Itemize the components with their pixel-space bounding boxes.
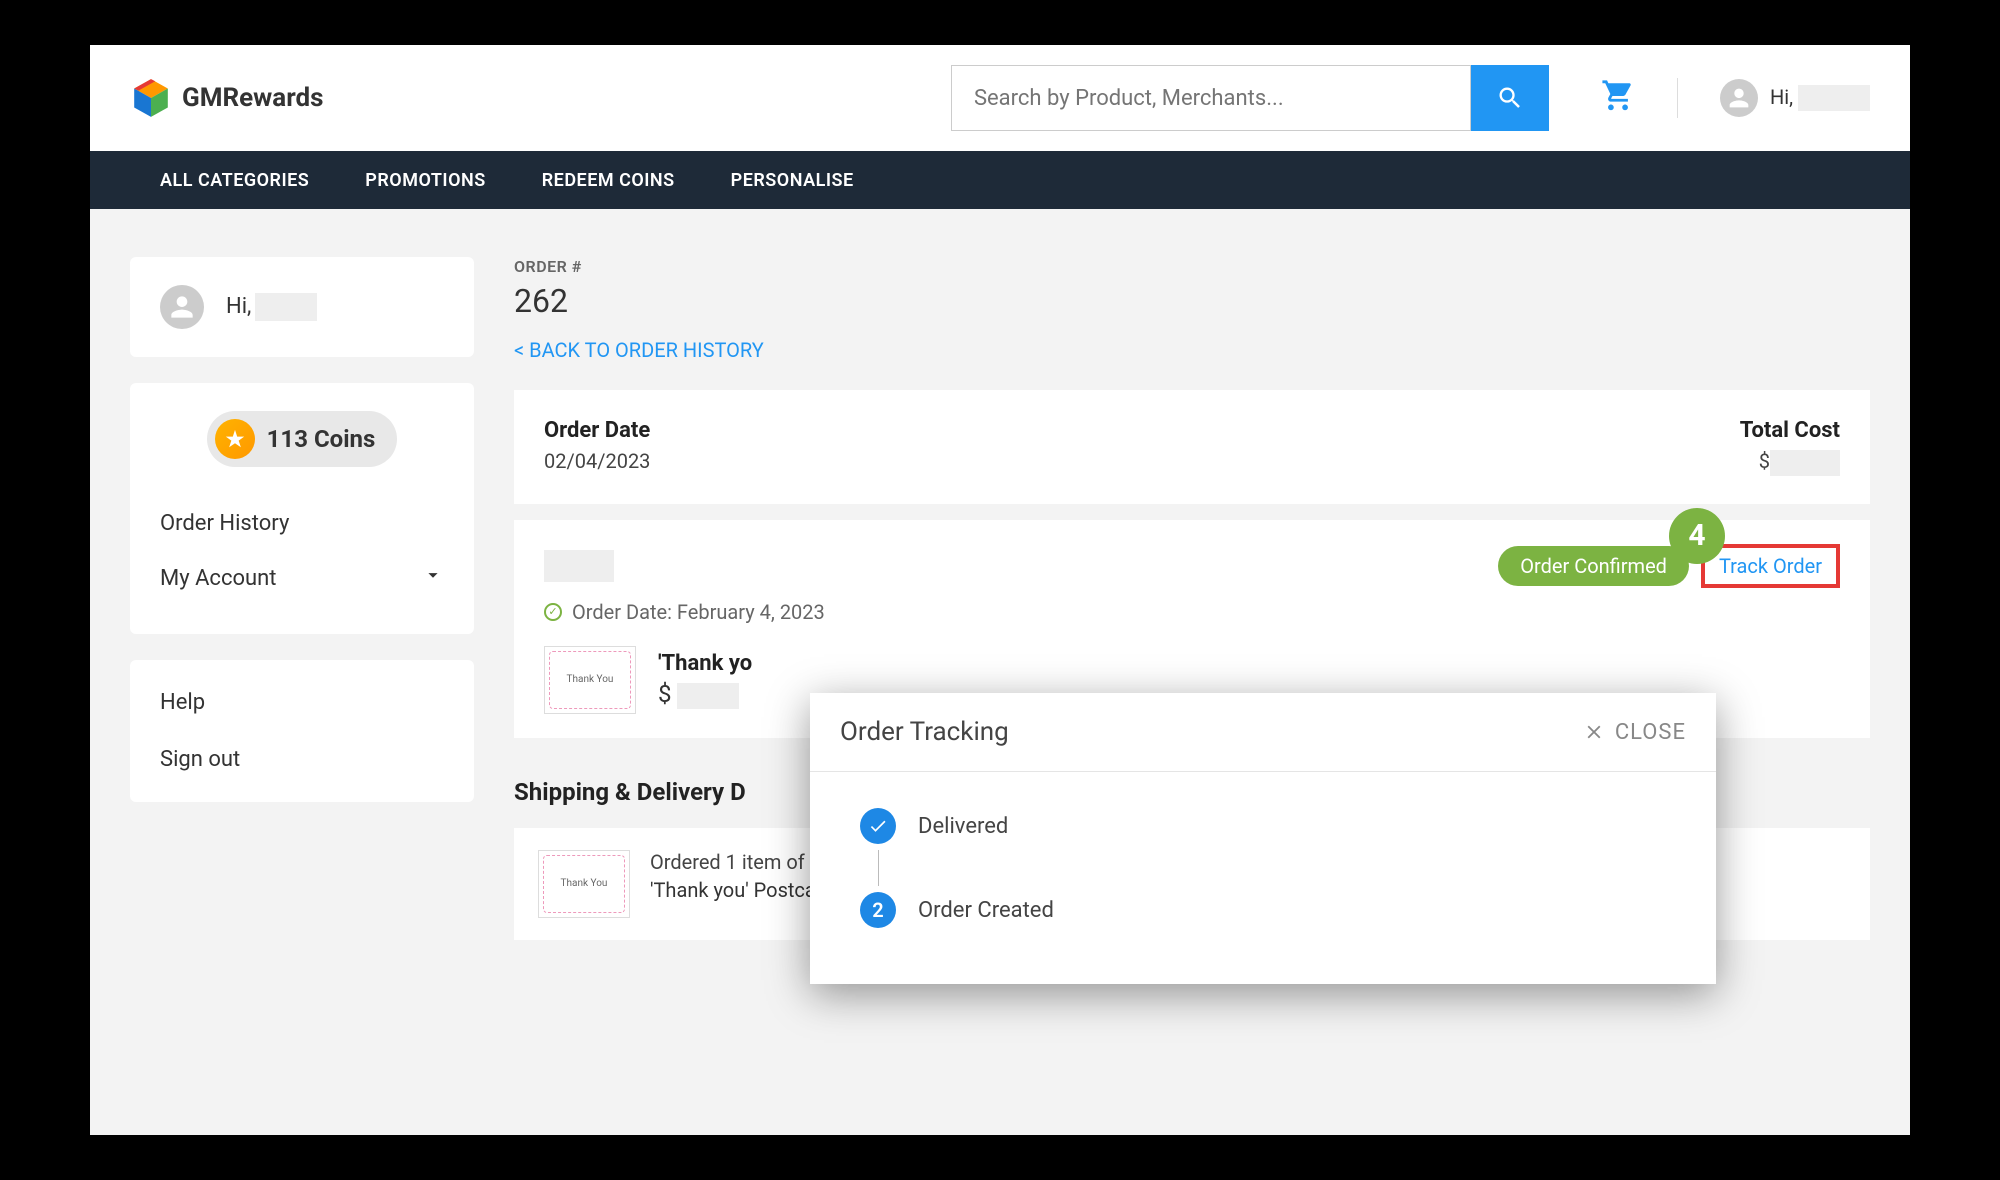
cart-icon	[1601, 79, 1635, 113]
redacted-price	[677, 683, 739, 709]
order-date-label: Order Date	[544, 418, 650, 443]
tracking-step-delivered: Delivered	[860, 808, 1666, 844]
avatar-icon	[160, 285, 204, 329]
sidebar-help[interactable]: Help	[130, 660, 474, 729]
logo-icon	[130, 77, 172, 119]
redacted-username	[255, 293, 317, 321]
redacted-field	[544, 550, 614, 582]
order-date-row: ✓ Order Date: February 4, 2023	[544, 600, 1840, 624]
coin-icon	[215, 419, 255, 459]
sidebar-menu-card: 113 Coins Order History My Account	[130, 383, 474, 634]
sidebar: Hi, 113 Coins Order History My Account	[130, 257, 474, 940]
total-cost-value: $	[1740, 449, 1840, 476]
sidebar-hi-text: Hi,	[226, 293, 317, 321]
coins-text: 113 Coins	[267, 425, 376, 453]
search-input[interactable]	[951, 65, 1471, 131]
tracking-step-label: Delivered	[918, 814, 1008, 839]
logo[interactable]: GMRewards	[130, 77, 323, 119]
search-button[interactable]	[1471, 65, 1549, 131]
thumb-text: Thank You	[561, 878, 608, 889]
cart-button[interactable]	[1601, 79, 1635, 117]
order-number: 262	[514, 282, 1870, 320]
nav-redeem-coins[interactable]: REDEEM COINS	[542, 170, 675, 191]
sidebar-item-my-account[interactable]: My Account	[160, 550, 444, 606]
order-date-full: Order Date: February 4, 2023	[572, 600, 825, 624]
nav-promotions[interactable]: PROMOTIONS	[365, 170, 485, 191]
sidebar-user-card: Hi,	[130, 257, 474, 357]
sidebar-links-card: Help Sign out	[130, 660, 474, 802]
order-tracking-modal: Order Tracking CLOSE Delivered 2 Order C…	[810, 693, 1716, 984]
search-icon	[1496, 84, 1524, 112]
order-date-value: 02/04/2023	[544, 449, 650, 473]
modal-title: Order Tracking	[840, 717, 1009, 747]
navbar: ALL CATEGORIES PROMOTIONS REDEEM COINS P…	[90, 151, 1910, 209]
track-order-button[interactable]: Track Order 4	[1701, 544, 1840, 588]
redacted-cost	[1770, 450, 1840, 476]
tracking-connector	[878, 850, 879, 886]
back-to-order-history[interactable]: < BACK TO ORDER HISTORY	[514, 338, 764, 362]
step-number-icon: 2	[860, 892, 896, 928]
check-circle-icon: ✓	[544, 603, 562, 621]
search-bar	[951, 65, 1549, 131]
product-name: 'Thank yo	[658, 651, 752, 676]
product-thumbnail[interactable]: Thank You	[544, 646, 636, 714]
thumb-text: Thank You	[567, 674, 614, 685]
logo-text: GMRewards	[182, 83, 323, 113]
check-icon	[860, 808, 896, 844]
chevron-down-icon	[422, 564, 444, 592]
modal-close-button[interactable]: CLOSE	[1583, 720, 1686, 745]
product-thumbnail: Thank You	[538, 850, 630, 918]
sidebar-item-label: My Account	[160, 566, 276, 591]
sidebar-item-order-history[interactable]: Order History	[160, 497, 444, 550]
tracking-step-created: 2 Order Created	[860, 892, 1666, 928]
divider	[1677, 78, 1678, 118]
user-menu[interactable]: Hi,	[1720, 79, 1870, 117]
sidebar-sign-out[interactable]: Sign out	[130, 729, 474, 802]
order-info-card: Order Date 02/04/2023 Total Cost $	[514, 390, 1870, 504]
order-number-label: ORDER #	[514, 257, 1870, 276]
nav-personalise[interactable]: PERSONALISE	[731, 170, 854, 191]
hi-text: Hi,	[1770, 85, 1870, 112]
order-status-badge: Order Confirmed	[1498, 546, 1689, 586]
redacted-username	[1798, 85, 1870, 111]
close-label: CLOSE	[1615, 720, 1686, 745]
avatar-icon	[1720, 79, 1758, 117]
step-marker: 4	[1669, 508, 1725, 564]
nav-all-categories[interactable]: ALL CATEGORIES	[160, 170, 309, 191]
coins-badge[interactable]: 113 Coins	[207, 411, 398, 467]
header: GMRewards Hi,	[90, 45, 1910, 151]
total-cost-label: Total Cost	[1740, 418, 1840, 443]
tracking-step-label: Order Created	[918, 898, 1054, 923]
product-price: $	[658, 680, 752, 709]
close-icon	[1583, 721, 1605, 743]
